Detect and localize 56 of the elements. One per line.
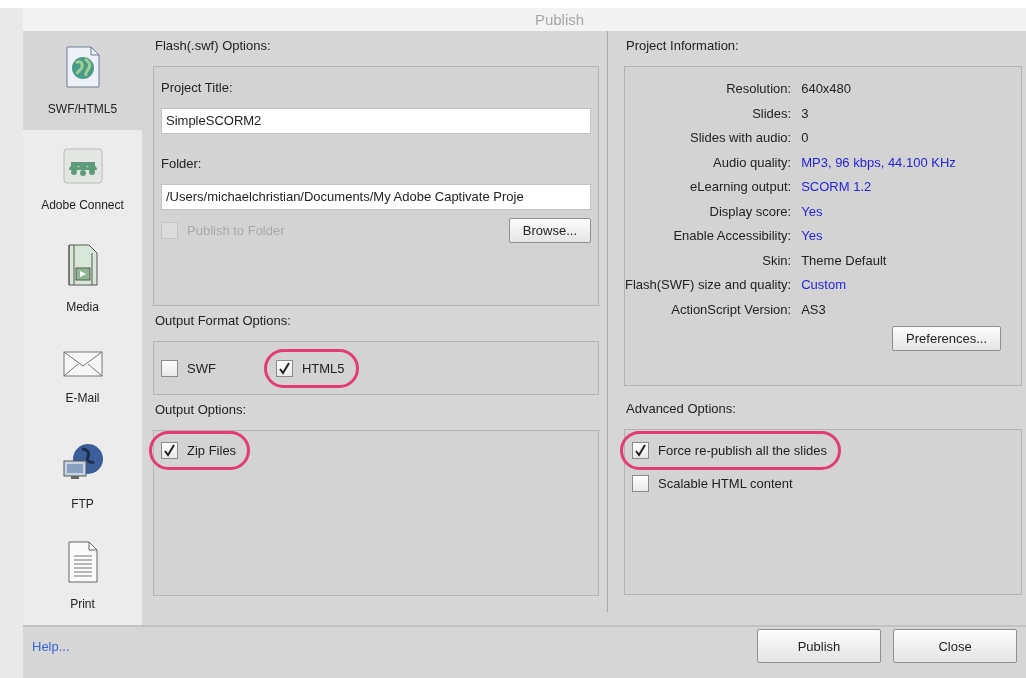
section-heading: Advanced Options:: [625, 400, 737, 418]
info-link[interactable]: SCORM 1.2: [801, 175, 956, 200]
info-label: ActionScript Version:: [670, 300, 792, 319]
preferences-button[interactable]: Preferences...: [892, 326, 1001, 351]
sidebar-item[interactable]: E-Mail: [23, 328, 142, 427]
sidebar-item[interactable]: FTP: [23, 427, 142, 526]
sidebar-item[interactable]: Print: [23, 526, 142, 625]
text-field[interactable]: SimpleSCORM2: [161, 108, 591, 134]
info-label: Slides with audio:: [689, 129, 792, 147]
sidebar-item[interactable]: Media: [23, 229, 142, 328]
info-label: Slides:: [751, 104, 792, 123]
info-label: Skin:: [761, 251, 792, 270]
info-value: 3: [801, 104, 810, 123]
people-group-icon: [62, 147, 103, 184]
checkbox-label: SWF: [187, 360, 216, 376]
dialog-button[interactable]: Close: [893, 629, 1017, 663]
checkbox[interactable]: [161, 442, 178, 459]
sidebar-item[interactable]: Adobe Connect: [23, 130, 142, 229]
info-label: Audio quality:: [712, 153, 792, 172]
info-label: Flash(SWF) size and quality:: [625, 276, 792, 294]
section-heading: Flash(.swf) Options:: [154, 37, 272, 55]
info-link[interactable]: Yes: [801, 224, 956, 249]
info-value: Theme Default: [801, 251, 888, 270]
checkbox-label: HTML5: [301, 360, 345, 376]
section-heading: Project Information:: [625, 37, 740, 55]
envelope-icon: [62, 350, 103, 377]
document-icon: [66, 540, 99, 583]
info-label: Enable Accessibility:: [672, 227, 792, 245]
info-link[interactable]: Yes: [801, 199, 956, 224]
info-label: Resolution:: [725, 80, 792, 98]
checkbox[interactable]: [632, 475, 649, 492]
globe-document-icon: [64, 45, 101, 88]
field-label: Folder:: [161, 155, 202, 173]
checkbox[interactable]: [161, 359, 178, 377]
dialog-button[interactable]: Publish: [757, 629, 881, 663]
checkbox-label: Scalable HTML content: [658, 476, 793, 491]
browse-button[interactable]: Browse...: [508, 218, 591, 243]
film-document-icon: [66, 243, 99, 286]
sidebar-item[interactable]: SWF/HTML5: [23, 31, 142, 130]
field-label: Project Title:: [161, 79, 233, 97]
section-heading: Output Options:: [154, 401, 248, 419]
section-heading: Output Format Options:: [154, 312, 292, 330]
info-value: 0: [801, 129, 810, 147]
info-value: 640x480: [801, 80, 853, 98]
info-label: Display score:: [708, 202, 792, 221]
checkbox-label: Zip Files: [187, 443, 237, 458]
checkbox[interactable]: [275, 359, 293, 377]
checkbox[interactable]: [632, 442, 649, 459]
window-title: Publish: [534, 11, 585, 28]
help-link[interactable]: Help...: [32, 639, 70, 654]
info-value: AS3: [801, 300, 827, 319]
info-link[interactable]: MP3, 96 kbps, 44.100 KHz: [801, 150, 956, 175]
checkbox-label: Force re-publish all the slides: [658, 443, 828, 458]
info-label: eLearning output:: [688, 178, 792, 196]
text-field[interactable]: /Users/michaelchristian/Documents/My Adobe Captivate Proje: [161, 184, 591, 210]
info-link[interactable]: Custom: [801, 273, 956, 298]
